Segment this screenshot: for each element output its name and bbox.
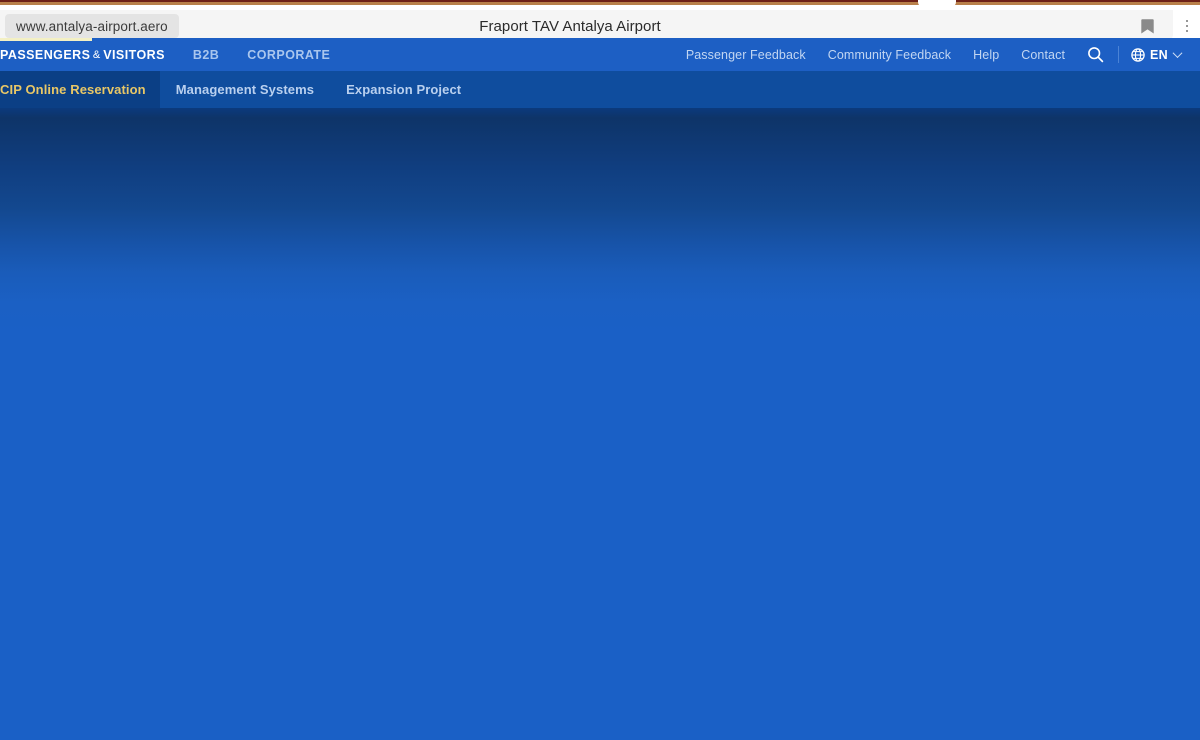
- browser-window: www.antalya-airport.aero Fraport TAV Ant…: [0, 0, 1200, 740]
- hero-stage: [0, 108, 1200, 740]
- page-load-progress: [0, 38, 92, 41]
- nav-item-help[interactable]: Help: [962, 38, 1010, 71]
- nav-item-community-feedback[interactable]: Community Feedback: [817, 38, 962, 71]
- nav-item-expansion-project[interactable]: Expansion Project: [330, 71, 477, 108]
- nav-label-passengers: PASSENGERS: [0, 47, 91, 62]
- language-selector[interactable]: EN: [1122, 38, 1190, 71]
- nav-label-visitors: VISITORS: [103, 47, 165, 62]
- audience-nav-group: PASSENGERS & VISITORS B2B CORPORATE: [0, 38, 344, 71]
- nav-label-ampersand: &: [92, 49, 101, 61]
- nav-item-passengers-visitors[interactable]: PASSENGERS & VISITORS: [0, 38, 179, 71]
- chevron-down-icon: [1172, 48, 1183, 59]
- address-bar[interactable]: www.antalya-airport.aero: [5, 14, 179, 38]
- kebab-dot: [1185, 29, 1189, 33]
- nav-item-corporate[interactable]: CORPORATE: [233, 38, 344, 71]
- nav-separator: [1118, 46, 1120, 63]
- nav-item-passenger-feedback[interactable]: Passenger Feedback: [675, 38, 817, 71]
- secondary-navigation: CIP Online Reservation Management System…: [0, 71, 1200, 108]
- bookmark-icon[interactable]: [1136, 15, 1158, 37]
- nav-item-cip-online-reservation[interactable]: CIP Online Reservation: [0, 71, 160, 108]
- browser-menu-icon[interactable]: [1179, 15, 1195, 37]
- nav-item-contact[interactable]: Contact: [1010, 38, 1076, 71]
- language-code: EN: [1150, 47, 1168, 62]
- nav-item-management-systems[interactable]: Management Systems: [160, 71, 330, 108]
- nav-item-b2b[interactable]: B2B: [179, 38, 233, 71]
- kebab-dot: [1185, 24, 1189, 28]
- search-icon[interactable]: [1076, 38, 1115, 71]
- utility-nav-group: Passenger Feedback Community Feedback He…: [675, 38, 1200, 71]
- globe-icon: [1131, 47, 1145, 62]
- primary-navigation: PASSENGERS & VISITORS B2B CORPORATE Pass…: [0, 38, 1200, 71]
- page-viewport: PASSENGERS & VISITORS B2B CORPORATE Pass…: [0, 38, 1200, 740]
- browser-toolbar: www.antalya-airport.aero Fraport TAV Ant…: [0, 5, 1200, 43]
- kebab-dot: [1185, 19, 1189, 23]
